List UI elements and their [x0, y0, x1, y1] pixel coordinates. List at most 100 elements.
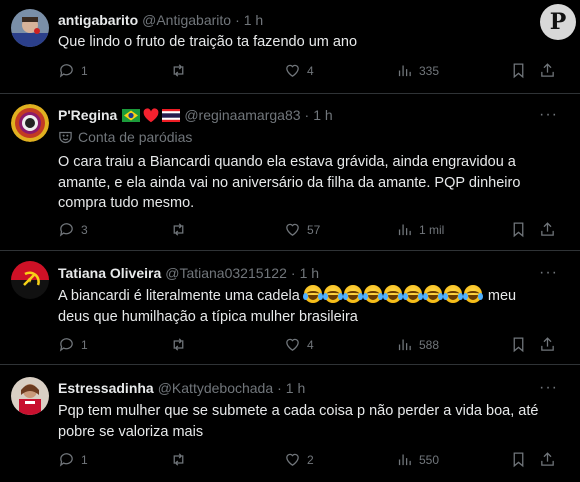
retweet-button[interactable]: [170, 221, 193, 238]
author-name[interactable]: Tatiana Oliveira: [58, 265, 161, 281]
like-count: 2: [307, 452, 314, 467]
reply-count: 3: [81, 222, 88, 237]
name-emoji-flags: [122, 107, 181, 123]
bookmark-button[interactable]: [510, 62, 527, 79]
reply-button[interactable]: 3: [58, 221, 88, 238]
reply-button[interactable]: 1: [58, 451, 88, 468]
bookmark-icon: [513, 452, 524, 468]
like-count: 4: [307, 63, 314, 78]
more-options-button[interactable]: ···: [539, 106, 558, 124]
view-count: 1 mil: [419, 222, 445, 237]
laughing-tears-emoji-icon: [342, 285, 363, 303]
views-button[interactable]: 588: [396, 336, 439, 353]
views-button[interactable]: 550: [396, 451, 439, 468]
views-button[interactable]: 1 mil: [396, 221, 444, 238]
tweet-header: antigabarito @Antigabarito · 1 h: [58, 12, 263, 28]
avatar[interactable]: [11, 377, 49, 415]
brazil-flag-icon: [122, 108, 141, 122]
avatar[interactable]: [11, 9, 49, 47]
bookmark-icon: [513, 222, 524, 238]
tweet-header: P'Regina @reginaamarga83 · 1 h: [58, 107, 333, 123]
separator-dot: ·: [277, 380, 282, 396]
reply-button[interactable]: 1: [58, 336, 88, 353]
mask-icon: [59, 131, 72, 143]
laughing-tears-emoji-icon: [462, 285, 483, 303]
more-options-button[interactable]: ···: [539, 379, 558, 397]
views-chart-icon: [398, 224, 411, 236]
laughing-tears-emoji-icon: [442, 285, 463, 303]
tweet[interactable]: Estressadinha @Kattydebochada · 1 h ··· …: [0, 365, 580, 482]
tweet-header: Estressadinha @Kattydebochada · 1 h: [58, 380, 305, 396]
bookmark-button[interactable]: [510, 336, 527, 353]
tweet[interactable]: antigabarito @Antigabarito · 1 h Que lin…: [0, 0, 580, 94]
thailand-flag-icon: [162, 108, 181, 122]
laughing-emoji-row: [302, 285, 484, 304]
bookmark-icon: [513, 63, 524, 79]
tweet-actions: 1 4 588: [58, 336, 558, 356]
reply-icon: [59, 64, 73, 78]
share-button[interactable]: [539, 336, 556, 353]
laughing-tears-emoji-icon: [402, 285, 423, 303]
heart-icon: [286, 64, 299, 77]
reply-icon: [59, 338, 73, 352]
heart-icon: [286, 338, 299, 351]
author-name[interactable]: P'Regina: [58, 107, 117, 123]
red-heart-icon: [143, 107, 159, 122]
timestamp[interactable]: 1 h: [313, 107, 332, 123]
share-icon: [541, 222, 554, 236]
laughing-tears-emoji-icon: [422, 285, 443, 303]
heart-icon: [286, 453, 299, 466]
separator-dot: ·: [235, 12, 240, 28]
share-button[interactable]: [539, 62, 556, 79]
like-button[interactable]: 4: [284, 62, 314, 79]
retweet-button[interactable]: [170, 62, 193, 79]
retweet-icon: [173, 338, 184, 351]
tweet-actions: 3 57 1 mil: [58, 221, 558, 241]
avatar[interactable]: [11, 261, 49, 299]
reply-button[interactable]: 1: [58, 62, 88, 79]
avatar[interactable]: [11, 104, 49, 142]
bookmark-button[interactable]: [510, 221, 527, 238]
parody-label[interactable]: Conta de paródias: [58, 129, 192, 145]
views-chart-icon: [398, 65, 411, 77]
tweet-text: Que lindo o fruto de traição ta fazendo …: [58, 34, 358, 50]
bookmark-icon: [513, 337, 524, 353]
parody-label-text: Conta de paródias: [78, 129, 193, 145]
like-count: 57: [307, 222, 321, 237]
views-chart-icon: [398, 454, 411, 466]
bookmark-button[interactable]: [510, 451, 527, 468]
author-handle[interactable]: @Antigabarito: [142, 12, 231, 28]
author-handle[interactable]: @reginaamarga83: [184, 107, 300, 123]
share-button[interactable]: [539, 221, 556, 238]
like-button[interactable]: 57: [284, 221, 320, 238]
tweet[interactable]: P'Regina @reginaamarga83 · 1 h ··· Conta…: [0, 94, 580, 251]
share-icon: [541, 452, 554, 466]
author-name[interactable]: Estressadinha: [58, 380, 154, 396]
retweet-icon: [173, 223, 184, 236]
timestamp[interactable]: 1 h: [300, 265, 319, 281]
views-chart-icon: [398, 339, 411, 351]
retweet-button[interactable]: [170, 451, 193, 468]
retweet-button[interactable]: [170, 336, 193, 353]
share-button[interactable]: [539, 451, 556, 468]
views-button[interactable]: 335: [396, 62, 439, 79]
laughing-tears-emoji-icon: [302, 285, 323, 303]
timestamp[interactable]: 1 h: [286, 380, 305, 396]
tweet-actions: 1 2 550: [58, 451, 558, 471]
retweet-icon: [173, 453, 184, 466]
separator-dot: ·: [290, 265, 296, 281]
tweet-text: O cara traiu a Biancardi quando ela esta…: [58, 154, 521, 211]
laughing-tears-emoji-icon: [322, 285, 343, 303]
like-button[interactable]: 4: [284, 336, 314, 353]
reply-count: 1: [81, 63, 88, 78]
laughing-tears-emoji-icon: [382, 285, 403, 303]
timestamp[interactable]: 1 h: [244, 12, 263, 28]
more-options-button[interactable]: ···: [539, 264, 558, 282]
like-button[interactable]: 2: [284, 451, 314, 468]
author-handle[interactable]: @Tatiana03215122: [165, 265, 287, 281]
tweet-text-start: A biancardi é literalmente uma cadela: [58, 288, 300, 304]
author-handle[interactable]: @Kattydebochada: [158, 380, 273, 396]
reply-icon: [59, 453, 73, 467]
tweet[interactable]: Tatiana Oliveira @Tatiana03215122 · 1 h …: [0, 251, 580, 365]
author-name[interactable]: antigabarito: [58, 12, 138, 28]
